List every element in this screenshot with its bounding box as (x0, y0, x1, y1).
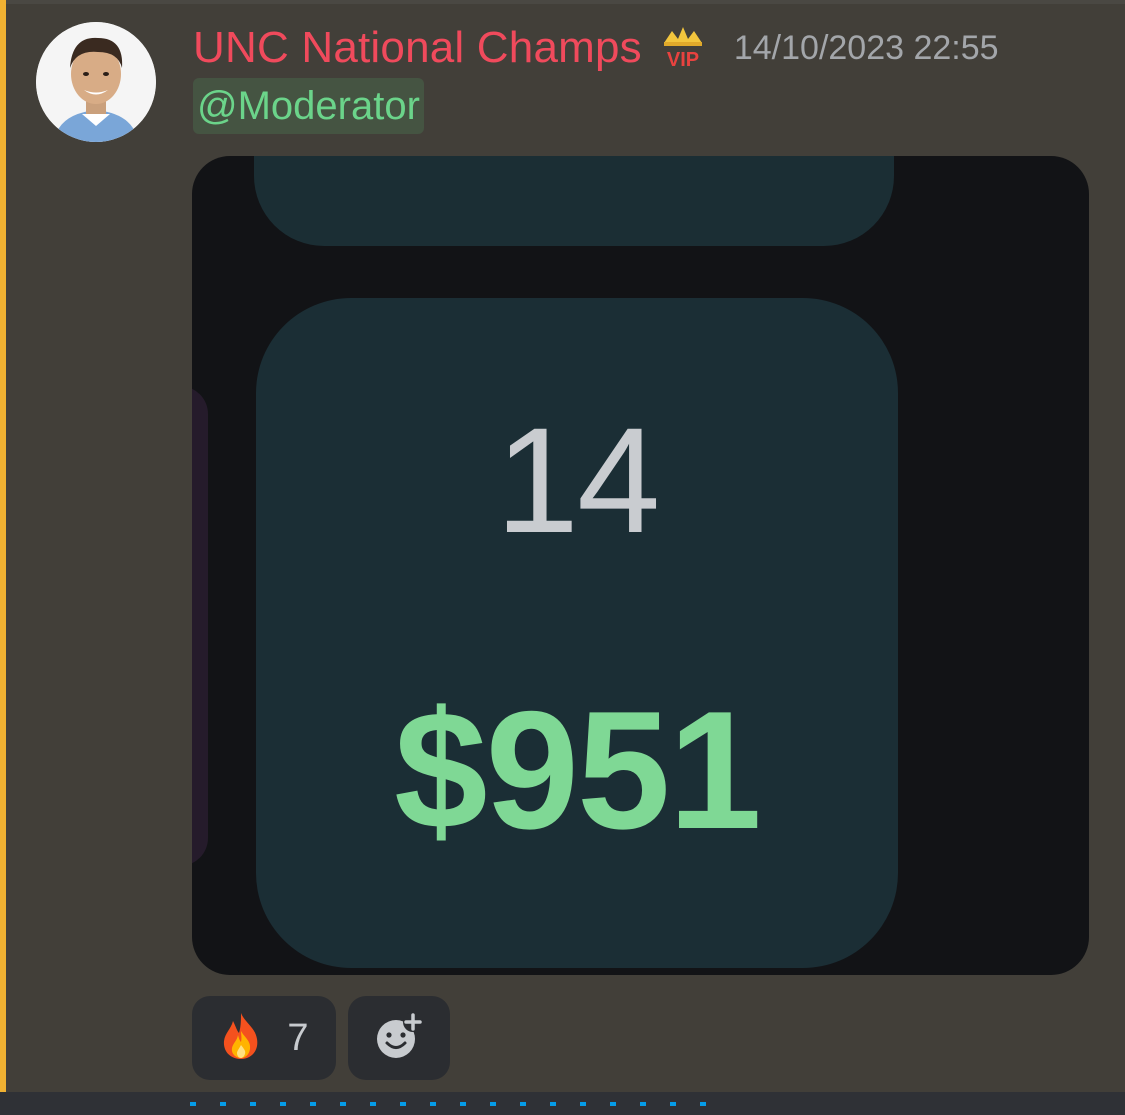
discord-message-view: UNC National Champs VIP 14/10/2023 22:55… (0, 0, 1125, 1115)
user-avatar[interactable] (36, 22, 156, 142)
fire-emoji-icon (219, 1011, 263, 1066)
reaction-bar: 7 (192, 996, 450, 1080)
username[interactable]: UNC National Champs (193, 23, 642, 73)
highlight-accent-bar (0, 0, 6, 1092)
tile-profit-amount: $951 (394, 676, 762, 864)
calendar-tile-left (192, 386, 208, 866)
message-timestamp: 14/10/2023 22:55 (733, 28, 999, 67)
image-attachment[interactable]: 14 $951 (192, 156, 1089, 975)
reaction-fire[interactable]: 7 (192, 996, 336, 1080)
calendar-tile-previous (254, 156, 894, 246)
add-reaction-button[interactable] (348, 996, 450, 1080)
avatar-portrait-icon (36, 22, 156, 142)
add-reaction-icon (374, 1011, 424, 1066)
role-mention[interactable]: @Moderator (193, 78, 424, 134)
message-header: UNC National Champs VIP 14/10/2023 22:55 (193, 20, 999, 76)
tile-day-number: 14 (495, 396, 661, 564)
top-divider (0, 0, 1125, 4)
reaction-count: 7 (287, 1016, 309, 1059)
vip-crown-icon: VIP (660, 23, 706, 71)
next-message-preview (0, 1092, 1125, 1115)
calendar-tile-main: 14 $951 (256, 298, 898, 968)
svg-text:VIP: VIP (667, 49, 699, 69)
truncated-link-fragment (190, 1102, 710, 1106)
